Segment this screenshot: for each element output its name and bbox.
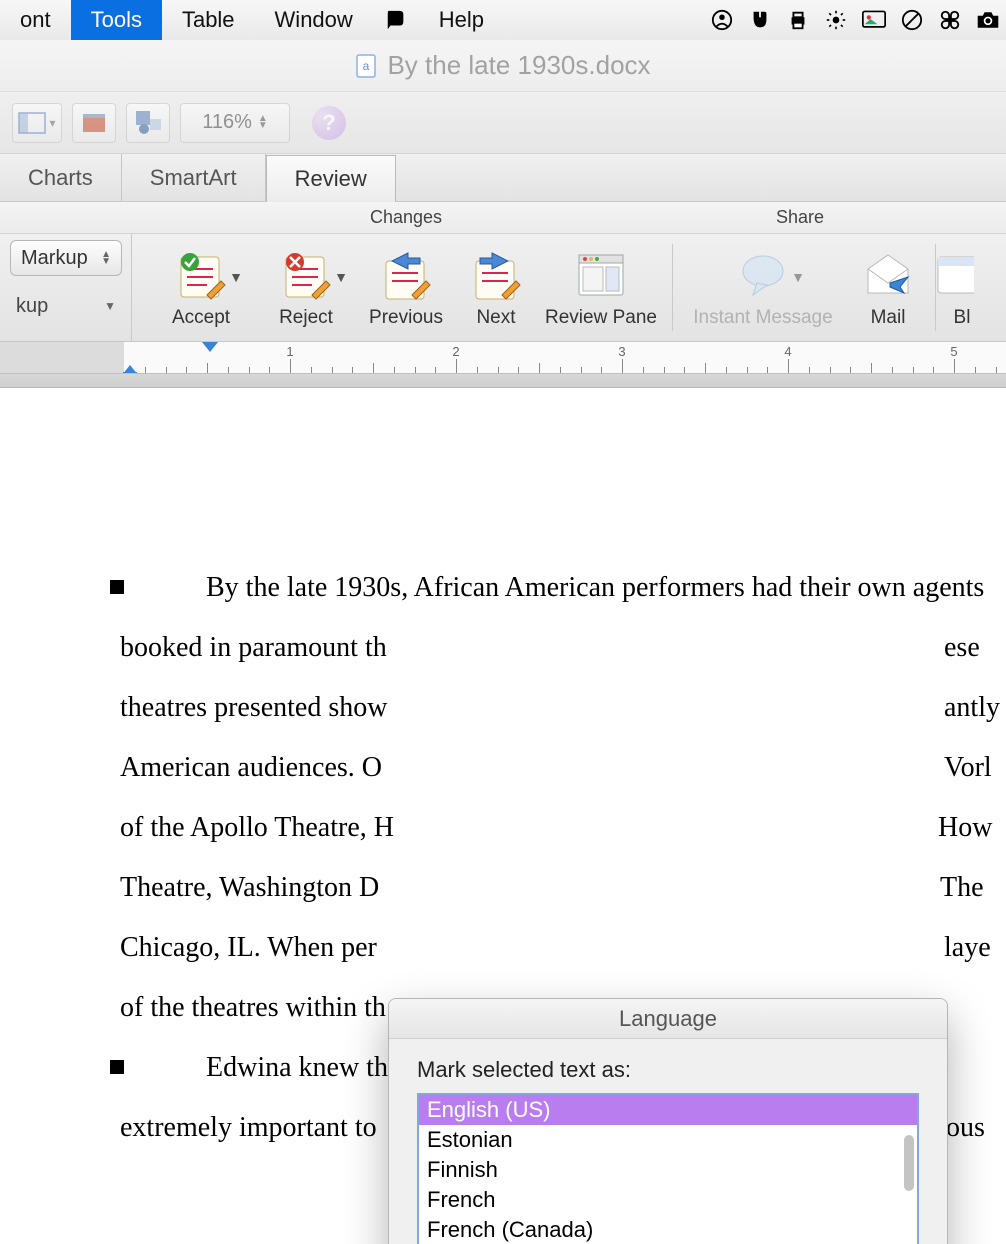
language-dialog: Language Mark selected text as: English …: [388, 998, 948, 1244]
tab-review[interactable]: Review: [266, 155, 396, 202]
ribbon: Markup ▲▼ kup ▼ ▼ Accept: [0, 234, 1006, 342]
reject-label: Reject: [279, 307, 333, 329]
status-icons: [710, 0, 1006, 40]
media-button[interactable]: [126, 103, 170, 143]
tab-smartart[interactable]: SmartArt: [122, 154, 266, 201]
group-label-share: Share: [776, 207, 824, 228]
instant-message-button[interactable]: ▼ Instant Message: [679, 247, 847, 329]
menu-item-window[interactable]: Window: [255, 0, 373, 40]
left-indent-marker[interactable]: [123, 372, 137, 374]
menu-bar: ont Tools Table Window Help: [0, 0, 1006, 40]
menu-item-tools[interactable]: Tools: [71, 0, 162, 40]
review-pane-label: Review Pane: [545, 307, 657, 329]
para-line-6b: The: [940, 858, 984, 918]
window-title-bar: a By the late 1930s.docx: [0, 40, 1006, 92]
document-filename: By the late 1930s.docx: [387, 50, 650, 81]
tab-charts[interactable]: Charts: [0, 154, 122, 201]
document-icon: a: [355, 53, 377, 79]
user-icon[interactable]: [710, 8, 734, 32]
group-label-changes: Changes: [370, 207, 442, 228]
display-icon[interactable]: [862, 8, 886, 32]
menu-item-help[interactable]: Help: [419, 0, 504, 40]
para-line-8: of the theatres within th: [120, 992, 386, 1023]
block-icon[interactable]: [900, 8, 924, 32]
sidebar-toggle-button[interactable]: ▾: [12, 103, 62, 143]
command-icon[interactable]: [938, 8, 962, 32]
dialog-title: Language: [389, 999, 947, 1039]
language-option-french[interactable]: French: [419, 1185, 917, 1215]
zoom-combo[interactable]: 116% ▲▼: [180, 103, 290, 143]
ribbon-group-labels: Changes Share: [0, 202, 1006, 234]
dialog-prompt: Mark selected text as:: [417, 1057, 919, 1083]
para-line-7b: laye: [944, 918, 991, 978]
horizontal-ruler[interactable]: 12345: [0, 342, 1006, 374]
language-option-finnish[interactable]: Finnish: [419, 1155, 917, 1185]
instant-message-label: Instant Message: [693, 307, 832, 329]
para-line-10b: ous: [946, 1098, 985, 1158]
language-dialog-overlay: Language Mark selected text as: English …: [388, 998, 948, 1244]
para-line-9b: ess: [946, 1038, 1006, 1098]
toolbox-button[interactable]: [72, 103, 116, 143]
camera-icon[interactable]: [976, 8, 1000, 32]
ribbon-divider: [672, 244, 673, 331]
accept-button[interactable]: ▼ Accept: [146, 247, 256, 329]
language-list-scrollbar[interactable]: [904, 1135, 914, 1191]
printer-icon[interactable]: [786, 8, 810, 32]
markup-options-selector[interactable]: kup ▼: [10, 290, 122, 322]
review-pane-button[interactable]: Review Pane: [536, 247, 666, 329]
previous-label: Previous: [369, 307, 443, 329]
para-line-5a: of the Apollo Theatre, H: [120, 812, 394, 843]
document-viewport[interactable]: By the late 1930s, African American perf…: [0, 388, 1006, 1244]
para-line-4b: Vorl: [944, 738, 992, 798]
para-line-9a: Edwina knew tha: [206, 1052, 400, 1083]
para-line-5b: How: [938, 798, 992, 858]
svg-text:a: a: [363, 59, 370, 73]
ruler-divider: [0, 374, 1006, 388]
para-line-6a: Theatre, Washington D: [120, 872, 379, 903]
para-line-3a: theatres presented show: [120, 692, 387, 723]
menu-script-icon[interactable]: [373, 0, 419, 40]
markup-block: Markup ▲▼ kup ▼: [0, 234, 132, 341]
paragraph-bullet-1: [110, 580, 124, 594]
blog-button-partial[interactable]: Bl: [942, 247, 982, 329]
help-button[interactable]: ?: [312, 106, 346, 140]
markup-display-selector[interactable]: Markup ▲▼: [10, 240, 122, 276]
menu-item-font-partial[interactable]: ont: [0, 0, 71, 40]
para-line-2b: ese: [944, 618, 980, 678]
para-line-1: By the late 1930s, African American perf…: [120, 558, 1006, 618]
language-option-estonian[interactable]: Estonian: [419, 1125, 917, 1155]
para-line-2a: booked in paramount th: [120, 618, 387, 678]
menu-item-table[interactable]: Table: [162, 0, 255, 40]
previous-button[interactable]: Previous: [356, 247, 456, 329]
ribbon-tabs: Charts SmartArt Review: [0, 154, 1006, 202]
quick-toolbar: ▾ 116% ▲▼ ?: [0, 92, 1006, 154]
para-line-10a: extremely important to: [120, 1112, 377, 1143]
zoom-value: 116%: [202, 111, 252, 134]
first-line-indent-marker[interactable]: [202, 342, 218, 352]
mail-button[interactable]: Mail: [847, 247, 929, 329]
language-list[interactable]: English (US) Estonian Finnish French Fre…: [417, 1093, 919, 1244]
paragraph-bullet-2: [110, 1060, 124, 1074]
markup-sub-label: kup: [16, 295, 48, 318]
next-label: Next: [476, 307, 515, 329]
evernote-icon[interactable]: [748, 8, 772, 32]
markup-display-label: Markup: [21, 247, 88, 270]
accept-label: Accept: [172, 307, 230, 329]
para-line-4a: American audiences. O: [120, 752, 382, 783]
changes-tools: ▼ Accept ▼ Reject: [132, 234, 1006, 341]
para-line-3b: antly: [944, 678, 1000, 738]
language-option-french-canada[interactable]: French (Canada): [419, 1215, 917, 1244]
para-line-7a: Chicago, IL. When per: [120, 932, 377, 963]
reject-button[interactable]: ▼ Reject: [256, 247, 356, 329]
blog-label: Bl: [954, 307, 971, 329]
next-button[interactable]: Next: [456, 247, 536, 329]
mail-label: Mail: [871, 307, 906, 329]
language-option-english-us[interactable]: English (US): [419, 1095, 917, 1125]
brightness-icon[interactable]: [824, 8, 848, 32]
